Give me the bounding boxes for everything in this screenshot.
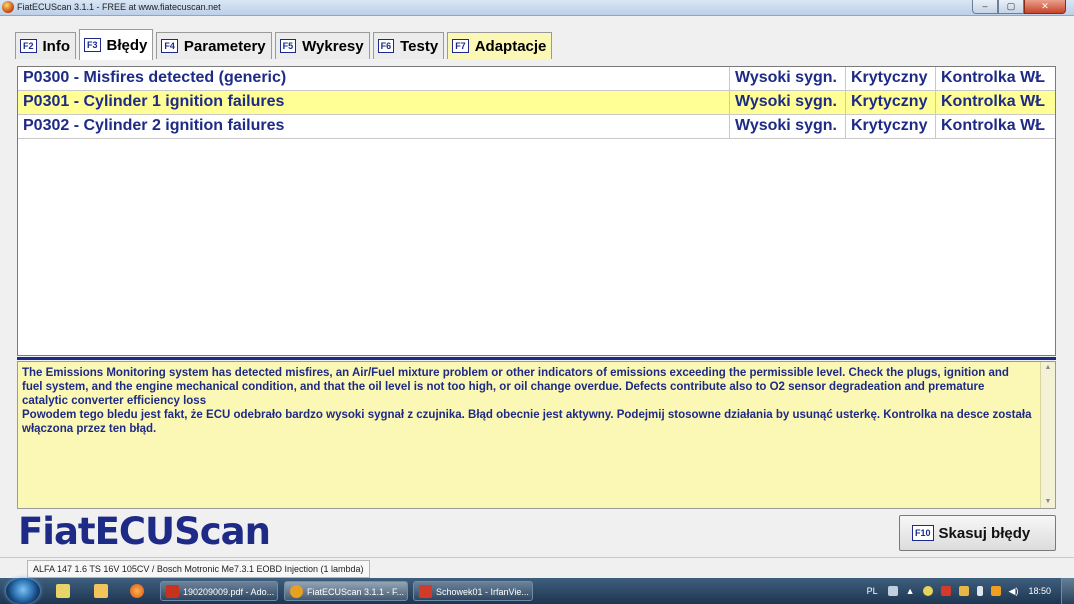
description-english: The Emissions Monitoring system has dete… [22,367,1009,407]
tab-info[interactable]: F2 Info [15,32,77,59]
tab-label: Wykresy [302,37,364,55]
error-lamp-status: Kontrolka WŁ [941,93,1045,110]
taskbar-item-label: Schowek01 - IrfanVie... [436,587,529,597]
fiatecuscan-icon [290,585,303,598]
tab-parameters[interactable]: F4 Parametery [156,32,272,59]
maximize-button[interactable]: ▢ [998,0,1024,14]
splitter[interactable] [17,357,1056,360]
sun-icon[interactable] [922,586,933,596]
taskbar-item-irfanview[interactable]: Schowek01 - IrfanVie... [413,581,533,601]
title-bar: FiatECUScan 3.1.1 - FREE at www.fiatecus… [0,0,1074,16]
volume-icon[interactable]: ◀) [1009,586,1019,597]
keyboard-icon[interactable] [887,586,898,596]
system-tray: PL ▲ ◀) 18:50 [867,578,1074,604]
error-severity: Krytyczny [846,67,936,90]
button-label: Skasuj błędy [938,524,1031,542]
window-title: FiatECUScan 3.1.1 - FREE at www.fiatecus… [17,2,221,12]
network-icon[interactable] [990,586,1001,596]
error-severity: Krytyczny [846,91,936,114]
scroll-up-icon[interactable]: ▲ [1041,362,1055,374]
error-signal: Wysoki sygn. [730,67,846,90]
tab-hotkey: F5 [279,39,297,53]
tab-charts[interactable]: F5 Wykresy [274,32,370,59]
taskbar-item-pdf[interactable]: 190209009.pdf - Ado... [160,581,278,601]
language-indicator[interactable]: PL [867,586,878,596]
tab-bar: F2 Info F3 Błędy F4 Parametery F5 Wykres… [15,29,555,60]
error-list[interactable]: P0300 - Misfires detected (generic) Wyso… [17,66,1056,356]
tray-expand-icon[interactable]: ▲ [906,586,915,596]
start-button[interactable] [6,578,40,604]
scroll-down-icon[interactable]: ▼ [1041,496,1055,508]
tab-label: Parametery [183,37,266,55]
media-player-icon[interactable] [56,584,70,598]
tab-hotkey: F3 [84,38,101,52]
tab-label: Info [42,37,71,55]
shield-icon[interactable] [940,586,951,596]
tab-label: Adaptacje [474,37,547,55]
error-code-description: P0300 - Misfires detected (generic) [18,67,730,90]
error-signal: Wysoki sygn. [730,91,846,114]
error-signal: Wysoki sygn. [730,115,846,138]
tab-label: Błędy [106,36,148,54]
app-icon [2,1,14,13]
taskbar-item-fiatecuscan[interactable]: FiatECUScan 3.1.1 - F... [284,581,408,601]
error-description-panel: The Emissions Monitoring system has dete… [17,361,1056,509]
status-bar: ALFA 147 1.6 TS 16V 105CV / Bosch Motron… [0,557,1074,578]
error-lamp-status: Kontrolka WŁ [941,69,1045,86]
tab-hotkey: F2 [20,39,37,53]
clear-errors-button[interactable]: F10 Skasuj błędy [899,515,1056,551]
tab-adaptations[interactable]: F7 Adaptacje [447,32,553,59]
error-code-description: P0301 - Cylinder 1 ignition failures [18,91,730,114]
taskbar-item-label: FiatECUScan 3.1.1 - F... [307,587,405,597]
firefox-icon[interactable] [130,584,144,598]
error-description-text: The Emissions Monitoring system has dete… [22,366,1032,436]
tab-errors[interactable]: F3 Błędy [79,29,154,60]
tab-tests[interactable]: F6 Testy [372,32,445,59]
error-lamp-status: Kontrolka WŁ [941,117,1045,134]
vehicle-info: ALFA 147 1.6 TS 16V 105CV / Bosch Motron… [27,560,370,578]
description-scrollbar[interactable]: ▲ ▼ [1040,362,1055,508]
tab-hotkey: F7 [452,39,469,53]
battery-icon[interactable] [976,586,983,596]
taskbar-item-label: 190209009.pdf - Ado... [183,587,275,597]
minimize-button[interactable]: – [972,0,998,14]
error-row-selected[interactable]: P0301 - Cylinder 1 ignition failures Wys… [18,91,1055,115]
description-polish: Powodem tego bledu jest fakt, że ECU ode… [22,409,1032,435]
show-desktop-button[interactable] [1061,578,1074,604]
tab-hotkey: F6 [377,39,395,53]
close-button[interactable]: ✕ [1024,0,1066,14]
error-severity: Krytyczny [846,115,936,138]
error-code-description: P0302 - Cylinder 2 ignition failures [18,115,730,138]
window-controls: – ▢ ✕ [972,0,1066,14]
tab-hotkey: F4 [161,39,178,53]
pdf-icon [166,585,179,598]
tab-label: Testy [400,37,439,55]
error-row[interactable]: P0302 - Cylinder 2 ignition failures Wys… [18,115,1055,139]
irfanview-icon [419,585,432,598]
button-hotkey: F10 [912,525,934,541]
taskbar: 190209009.pdf - Ado... FiatECUScan 3.1.1… [0,578,1074,604]
pen-icon[interactable] [958,586,969,596]
clock[interactable]: 18:50 [1028,586,1051,596]
error-row[interactable]: P0300 - Misfires detected (generic) Wyso… [18,67,1055,91]
folder-icon[interactable] [94,584,108,598]
app-logo: FiatECUScan [18,510,271,553]
